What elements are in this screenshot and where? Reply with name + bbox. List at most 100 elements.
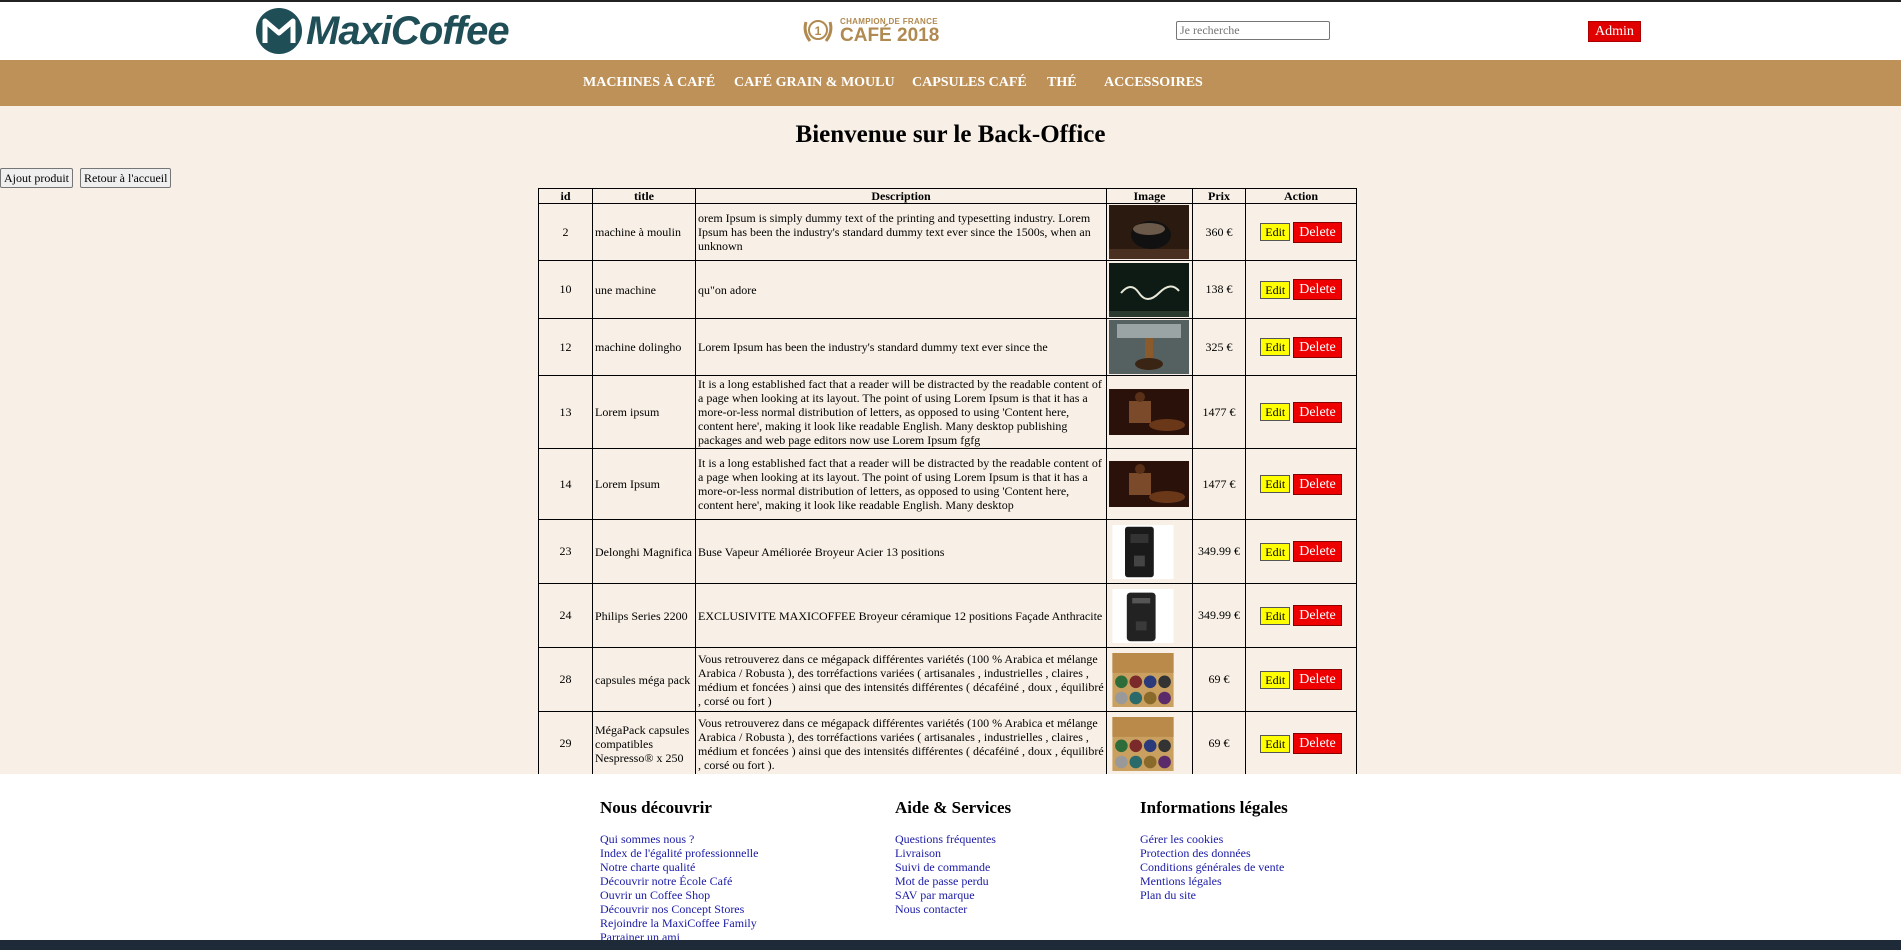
nav-item-cafe-grain[interactable]: CAFÉ GRAIN & MOULU (734, 75, 895, 91)
cell-id: 12 (538, 318, 593, 376)
philips-machine-image (1112, 588, 1174, 643)
cell-action: Edit Delete (1245, 318, 1357, 376)
footer-link[interactable]: Découvrir nos Concept Stores (600, 902, 758, 916)
delete-button[interactable]: Delete (1293, 336, 1342, 358)
footer-link[interactable]: Suivi de commande (895, 860, 1011, 874)
cell-action: Edit Delete (1245, 260, 1357, 319)
table-row: 28 capsules méga pack Vous retrouverez d… (538, 647, 1357, 712)
edit-button[interactable]: Edit (1260, 223, 1291, 241)
delete-button[interactable]: Delete (1293, 605, 1342, 626)
delonghi-machine-image (1112, 524, 1174, 579)
add-product-button[interactable]: Ajout produit (0, 168, 73, 188)
table-row: 23 Delonghi Magnifica Buse Vapeur Amélio… (538, 519, 1357, 584)
footer-link[interactable]: Découvrir notre École Café (600, 874, 758, 888)
edit-button[interactable]: Edit (1260, 403, 1291, 421)
cell-id: 23 (538, 519, 593, 584)
cell-description: Vous retrouverez dans ce mégapack différ… (695, 711, 1107, 776)
footer-link[interactable]: Mot de passe perdu (895, 874, 1011, 888)
cell-action: Edit Delete (1245, 375, 1357, 449)
edit-button[interactable]: Edit (1260, 280, 1291, 299)
laurel-medal-icon: 1 (803, 20, 833, 42)
delete-button[interactable]: Delete (1293, 541, 1342, 562)
coffee-grinder-image (1109, 205, 1189, 259)
table-row: 2 machine à moulin orem Ipsum is simply … (538, 203, 1357, 261)
footer-link[interactable]: SAV par marque (895, 888, 1011, 902)
col-header-title: title (592, 188, 696, 204)
edit-button[interactable]: Edit (1260, 606, 1291, 625)
maxicoffee-logo[interactable]: MaxiCoffee (256, 6, 510, 56)
os-taskbar (0, 940, 1901, 950)
nav-item-capsules[interactable]: CAPSULES CAFÉ (912, 75, 1027, 91)
cell-image (1106, 375, 1193, 449)
table-row: 13 Lorem ipsum It is a long established … (538, 375, 1357, 449)
cell-id: 24 (538, 583, 593, 648)
edit-button[interactable]: Edit (1260, 475, 1291, 493)
footer-link[interactable]: Ouvrir un Coffee Shop (600, 888, 758, 902)
cell-id: 13 (538, 375, 593, 449)
cell-title: Lorem ipsum (592, 375, 696, 449)
cell-image (1106, 260, 1193, 319)
delete-button[interactable]: Delete (1293, 279, 1342, 300)
cell-action: Edit Delete (1245, 519, 1357, 584)
table-row: 24 Philips Series 2200 EXCLUSIVITE MAXIC… (538, 583, 1357, 648)
footer-column-legal: Informations légales Gérer les cookies P… (1140, 798, 1288, 902)
cell-description: EXCLUSIVITE MAXICOFFEE Broyeur céramique… (695, 583, 1107, 648)
footer-link[interactable]: Plan du site (1140, 888, 1288, 902)
cell-title: Delonghi Magnifica (592, 519, 696, 584)
champion-badge: 1 CHAMPION DE FRANCE CAFÉ 2018 (800, 14, 939, 48)
espresso-pour-image (1109, 320, 1189, 374)
delete-button[interactable]: Delete (1293, 221, 1342, 243)
table-row: 29 MégaPack capsules compatibles Nespres… (538, 711, 1357, 776)
edit-button[interactable]: Edit (1260, 542, 1291, 561)
cell-title: machine à moulin (592, 203, 696, 261)
footer-link[interactable]: Conditions générales de vente (1140, 860, 1288, 874)
logo-text: MaxiCoffee (306, 8, 510, 53)
edit-button[interactable]: Edit (1260, 670, 1291, 689)
cell-action: Edit Delete (1245, 647, 1357, 712)
page-title: Bienvenue sur le Back-Office (795, 121, 1106, 148)
footer-link[interactable]: Questions fréquentes (895, 832, 1011, 846)
footer-link[interactable]: Gérer les cookies (1140, 832, 1288, 846)
cell-price: 69 € (1192, 711, 1246, 776)
megapack-capsules-image (1112, 716, 1174, 771)
delete-button[interactable]: Delete (1293, 401, 1342, 423)
cell-price: 1477 € (1192, 375, 1246, 449)
col-header-image: Image (1106, 188, 1193, 204)
admin-button[interactable]: Admin (1588, 21, 1641, 42)
footer-link[interactable]: Mentions légales (1140, 874, 1288, 888)
maxicoffee-logo-icon (256, 8, 302, 54)
delete-button[interactable]: Delete (1293, 733, 1342, 754)
col-header-action: Action (1245, 188, 1357, 204)
footer-link[interactable]: Notre charte qualité (600, 860, 758, 874)
cell-image (1106, 647, 1193, 712)
footer-column-title: Aide & Services (895, 798, 1012, 817)
cell-description: It is a long established fact that a rea… (695, 448, 1107, 520)
cell-action: Edit Delete (1245, 583, 1357, 648)
cell-price: 325 € (1192, 318, 1246, 376)
cell-description: orem Ipsum is simply dummy text of the p… (695, 203, 1107, 261)
delete-button[interactable]: Delete (1293, 473, 1342, 495)
footer-link[interactable]: Qui sommes nous ? (600, 832, 758, 846)
footer-link[interactable]: Index de l'égalité professionnelle (600, 846, 758, 860)
nav-item-accessoires[interactable]: ACCESSOIRES (1104, 75, 1203, 91)
site-header: MaxiCoffee 1 CHAMPION DE FRANCE CAFÉ 201… (0, 2, 1901, 60)
cell-description: Lorem Ipsum has been the industry's stan… (695, 318, 1107, 376)
cell-price: 349.99 € (1192, 583, 1246, 648)
cell-price: 138 € (1192, 260, 1246, 319)
delete-button[interactable]: Delete (1293, 669, 1342, 690)
footer-link[interactable]: Nous contacter (895, 902, 1011, 916)
search-input[interactable] (1176, 21, 1330, 40)
footer-link[interactable]: Rejoindre la MaxiCoffee Family (600, 916, 758, 930)
footer-link[interactable]: Livraison (895, 846, 1011, 860)
nav-item-machines[interactable]: MACHINES À CAFÉ (583, 75, 715, 91)
edit-button[interactable]: Edit (1260, 338, 1291, 356)
cell-id: 28 (538, 647, 593, 712)
edit-button[interactable]: Edit (1260, 734, 1291, 753)
cell-title: machine dolingho (592, 318, 696, 376)
nav-item-the[interactable]: THÉ (1047, 75, 1077, 91)
cell-id: 2 (538, 203, 593, 261)
footer-link[interactable]: Protection des données (1140, 846, 1288, 860)
back-home-button[interactable]: Retour à l'accueil (80, 168, 172, 188)
footer-column-title: Nous découvrir (600, 798, 712, 817)
cell-action: Edit Delete (1245, 203, 1357, 261)
